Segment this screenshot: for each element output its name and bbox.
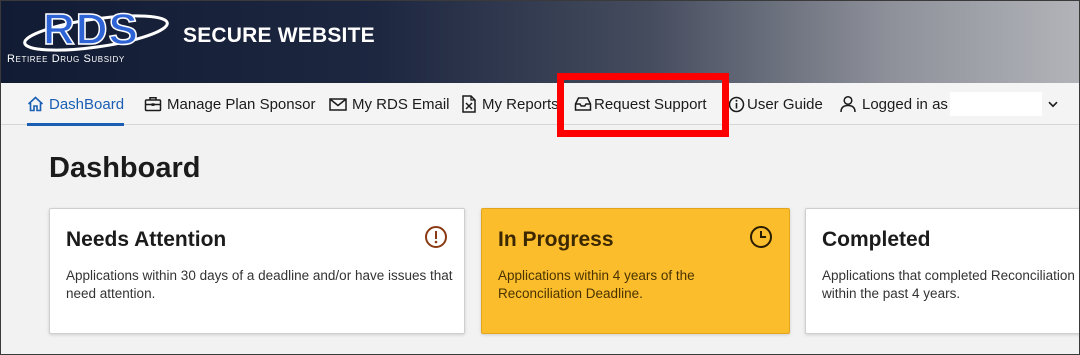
nav-item-my-rds-email[interactable]: My RDS Email <box>329 83 450 125</box>
card-needs-attention[interactable]: Needs Attention Applications within 30 d… <box>49 208 465 334</box>
nav-item-label: User Guide <box>747 95 823 113</box>
nav-item-label: DashBoard <box>49 95 125 113</box>
card-title: In Progress <box>498 228 614 251</box>
username-redacted <box>949 92 1042 116</box>
nav-item-label: My RDS Email <box>352 95 450 113</box>
card-description: Applications within 30 days of a deadlin… <box>66 268 453 301</box>
card-in-progress[interactable]: In Progress Applications within 4 years … <box>481 208 790 334</box>
card-title: Completed <box>822 228 931 251</box>
highlight-annotation <box>557 73 729 137</box>
home-icon <box>27 96 44 112</box>
page-title: Dashboard <box>49 152 201 184</box>
card-title: Needs Attention <box>66 228 227 251</box>
user-icon <box>839 95 857 113</box>
nav-item-user-guide[interactable]: User Guide <box>728 83 823 125</box>
site-header: RDS Retiree Drug Subsidy SECURE WEBSITE <box>1 1 1079 83</box>
rds-logo[interactable]: RDS Retiree Drug Subsidy <box>7 7 187 69</box>
exclamation-circle-icon <box>424 225 448 254</box>
site-title: SECURE WEBSITE <box>183 24 375 47</box>
envelope-icon <box>329 97 347 112</box>
nav-item-my-reports[interactable]: My Reports <box>461 83 559 125</box>
card-description: Applications that completed Reconciliati… <box>822 268 1075 301</box>
logo-subtitle: Retiree Drug Subsidy <box>7 53 125 65</box>
main-nav: DashBoard Manage Plan Sponsor My RDS Ema… <box>1 83 1079 126</box>
nav-item-label: Manage Plan Sponsor <box>167 95 316 113</box>
card-completed[interactable]: Completed Applications that completed Re… <box>805 208 1079 334</box>
card-description: Applications within 4 years of the Recon… <box>498 268 695 301</box>
clock-icon <box>749 225 773 254</box>
nav-item-dashboard[interactable]: DashBoard <box>27 83 125 126</box>
chevron-down-icon[interactable] <box>1048 101 1058 108</box>
nav-item-label: My Reports <box>482 95 559 113</box>
nav-item-label: Logged in as <box>862 95 948 113</box>
nav-item-user-menu[interactable]: Logged in as <box>839 83 1058 125</box>
briefcase-icon <box>144 96 162 112</box>
app-window: RDS Retiree Drug Subsidy SECURE WEBSITE … <box>0 0 1080 355</box>
logo-text: RDS <box>42 5 139 54</box>
info-circle-icon <box>728 96 745 113</box>
excel-file-icon <box>461 95 477 113</box>
nav-item-manage-plan-sponsor[interactable]: Manage Plan Sponsor <box>144 83 315 125</box>
